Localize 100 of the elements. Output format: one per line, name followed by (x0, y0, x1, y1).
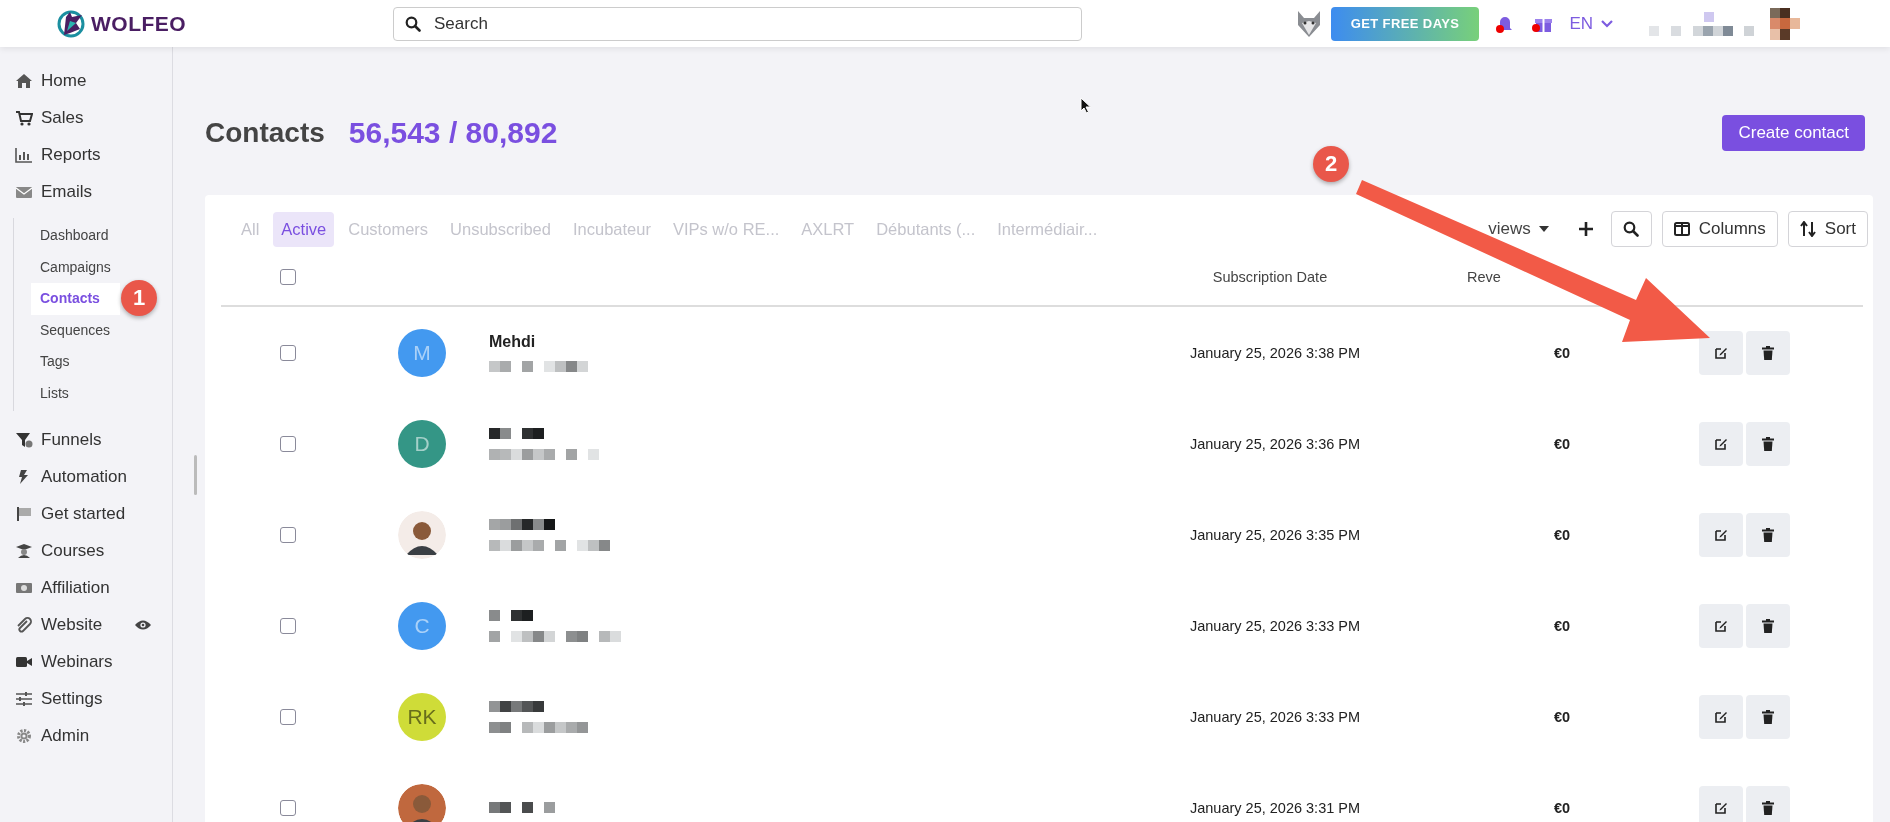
row-checkbox[interactable] (280, 435, 296, 452)
avatar: RK (398, 692, 446, 741)
delete-button[interactable] (1746, 785, 1790, 822)
avatar: M (398, 328, 446, 377)
redacted-name (489, 700, 544, 712)
annotation-badge: 1 (121, 280, 157, 316)
plus-icon[interactable] (1578, 222, 1593, 236)
edit-button[interactable] (1699, 421, 1743, 466)
home-icon (15, 72, 33, 89)
eye-icon[interactable] (134, 618, 153, 631)
row-checkbox[interactable] (280, 708, 296, 725)
revenue-value: €0 (1553, 435, 1571, 452)
sidebar-item[interactable]: Settings (0, 680, 172, 717)
chevron-down-icon (1601, 19, 1613, 28)
columns-button[interactable]: Columns (1661, 211, 1778, 247)
sidebar-item[interactable]: Webinars (0, 643, 172, 680)
trash-icon (1762, 800, 1774, 815)
revenue-value: €0 (1553, 799, 1571, 816)
sidebar-subitem[interactable]: Campaigns (31, 251, 120, 283)
annotation-badge: 2 (1313, 146, 1349, 182)
delete-button[interactable] (1746, 694, 1790, 739)
search-icon (1623, 221, 1640, 237)
sidebar-item[interactable]: Website (0, 606, 172, 643)
redacted-name (489, 609, 533, 621)
create-contact-button[interactable]: Create contact (1722, 115, 1865, 151)
subscription-date: January 25, 2026 3:36 PM (1189, 435, 1361, 452)
row-checkbox[interactable] (280, 617, 296, 634)
sort-button[interactable]: Sort (1787, 211, 1868, 247)
sidebar-subitem[interactable]: Sequences (31, 314, 120, 346)
edit-button[interactable] (1699, 694, 1743, 739)
select-all-checkbox[interactable] (280, 269, 296, 285)
sidebar-item[interactable]: Emails (0, 173, 172, 210)
row-checkbox[interactable] (280, 526, 296, 543)
edit-icon (1714, 618, 1728, 633)
edit-button[interactable] (1699, 603, 1743, 648)
edit-icon (1714, 436, 1728, 451)
filter-tab[interactable]: Active (273, 211, 335, 247)
paperclip-icon (15, 616, 33, 633)
sidebar-item[interactable]: Automation (0, 458, 172, 495)
sidebar-item[interactable]: Home (0, 62, 172, 99)
redacted-name (489, 427, 544, 439)
subscription-date: January 25, 2026 3:38 PM (1189, 344, 1361, 361)
sidebar-subitem[interactable]: Contacts (31, 283, 120, 315)
contact-count: 56,543 / 80,892 (348, 116, 558, 150)
trash-icon (1762, 436, 1774, 451)
user-avatar[interactable] (1770, 7, 1800, 40)
sidebar-item[interactable]: Sales (0, 99, 172, 136)
redacted-name (489, 802, 555, 813)
cart-icon (15, 109, 33, 126)
row-checkbox[interactable] (280, 799, 296, 816)
sidebar-item[interactable]: Courses (0, 532, 172, 569)
revenue-value: €0 (1553, 708, 1571, 725)
edit-icon (1714, 527, 1728, 542)
edit-icon (1714, 800, 1728, 815)
subscription-date: January 25, 2026 3:33 PM (1189, 708, 1361, 725)
sidebar-subitem[interactable]: Dashboard (31, 220, 120, 252)
search-button[interactable] (1610, 211, 1652, 247)
sidebar-item[interactable]: Funnels (0, 421, 172, 458)
row-checkbox[interactable] (280, 344, 296, 361)
graduate-icon (15, 542, 33, 559)
delete-button[interactable] (1746, 512, 1790, 557)
edit-button[interactable] (1699, 785, 1743, 822)
mouse-cursor (1080, 97, 1092, 114)
search-field[interactable]: Search (393, 6, 1082, 41)
revenue-value: €0 (1553, 617, 1571, 634)
avatar: C (398, 601, 446, 650)
funnel-icon (15, 431, 33, 448)
settings-icon (15, 690, 33, 707)
column-header[interactable]: Reve (1467, 269, 1501, 285)
subscription-date: January 25, 2026 3:33 PM (1189, 617, 1361, 634)
sidebar-subitem[interactable]: Tags (31, 346, 120, 378)
sidebar-item[interactable]: Get started (0, 495, 172, 532)
redacted-name (489, 518, 555, 530)
revenue-value: €0 (1553, 526, 1571, 543)
edit-button[interactable] (1699, 330, 1743, 375)
sidebar-item[interactable]: Affiliation (0, 569, 172, 606)
sort-icon (1799, 221, 1816, 237)
trash-icon (1762, 345, 1774, 360)
column-header[interactable]: Subscription Date (1212, 269, 1328, 285)
delete-button[interactable] (1746, 421, 1790, 466)
edit-button[interactable] (1699, 512, 1743, 557)
edit-icon (1714, 709, 1728, 724)
contact-name: Mehdi (489, 333, 536, 351)
columns-icon (1673, 222, 1690, 236)
sidebar-subitem[interactable]: Lists (31, 377, 120, 409)
sidebar-item[interactable]: Reports (0, 136, 172, 173)
subscription-date: January 25, 2026 3:31 PM (1189, 799, 1361, 816)
delete-button[interactable] (1746, 330, 1790, 375)
page-title: Contacts (205, 117, 325, 149)
language-selector[interactable]: EN (1569, 13, 1613, 34)
bar-chart-icon (15, 146, 33, 163)
views-dropdown[interactable]: views (1482, 218, 1555, 240)
delete-button[interactable] (1746, 603, 1790, 648)
wolf-logo-icon (56, 8, 86, 39)
sidebar-item[interactable]: Admin (0, 717, 172, 754)
subscription-date: January 25, 2026 3:35 PM (1189, 526, 1361, 543)
resize-handle[interactable] (194, 455, 197, 495)
brand-name: WOLFEO (91, 11, 187, 36)
search-icon (405, 15, 421, 32)
trash-icon (1762, 618, 1774, 633)
